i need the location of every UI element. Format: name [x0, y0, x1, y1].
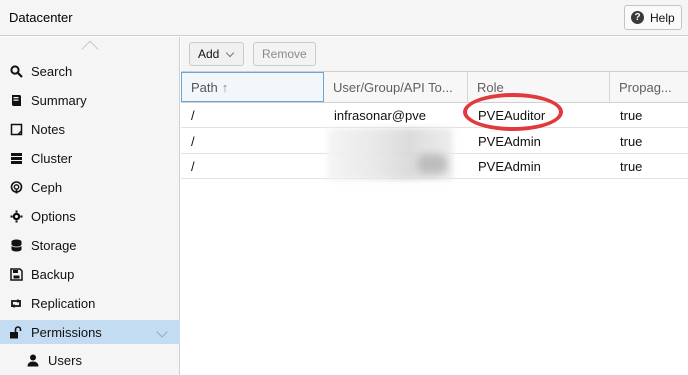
column-header-label: Role [477, 79, 504, 95]
sidebar-item-label: Search [31, 63, 73, 79]
cell-role: PVEAdmin [478, 159, 541, 174]
cell-propagate: true [620, 134, 643, 149]
sidebar-item-users[interactable]: Users [0, 348, 180, 372]
cell-user: infrasonar@pve [334, 108, 426, 123]
sidebar-item-label: Backup [31, 266, 75, 282]
sidebar-item-cluster[interactable]: Cluster [0, 146, 180, 170]
sidebar: Search Summary Notes Cluster Ceph Option… [0, 37, 180, 375]
sidebar-item-storage[interactable]: Storage [0, 233, 180, 257]
cell-propagate: true [620, 159, 643, 174]
help-label: Help [650, 10, 675, 25]
remove-label: Remove [262, 47, 307, 61]
sidebar-item-search[interactable]: Search [0, 59, 180, 83]
sort-ascending-icon: ↑ [221, 79, 229, 95]
help-button[interactable]: ? Help [624, 5, 682, 30]
search-icon [9, 64, 23, 78]
add-button[interactable]: Add [189, 42, 244, 66]
sidebar-item-label: Summary [31, 92, 87, 108]
column-header-propagate[interactable]: Propag... [610, 72, 688, 102]
sidebar-item-label: Storage [31, 237, 77, 253]
column-header-label: User/Group/API To... [333, 79, 453, 95]
highlight-annotation [463, 93, 563, 131]
question-icon: ? [631, 11, 644, 24]
column-header-label: Propag... [619, 79, 672, 95]
scroll-up-icon[interactable] [81, 40, 99, 58]
cell-path: / [191, 134, 195, 149]
column-header-path[interactable]: Path ↑ [181, 72, 324, 102]
server-icon [9, 151, 23, 165]
cell-path: / [191, 159, 195, 174]
unlock-icon [9, 325, 23, 339]
column-header-label: Path [191, 79, 218, 95]
table-row[interactable]: / infrasonar@pve PVEAuditor true [181, 103, 688, 128]
sidebar-item-ceph[interactable]: Ceph [0, 175, 180, 199]
gear-icon [9, 209, 23, 223]
grid-header: Path ↑ User/Group/API To... Role Propag.… [181, 72, 688, 103]
sidebar-item-label: Replication [31, 295, 96, 311]
sidebar-item-backup[interactable]: Backup [0, 262, 180, 286]
database-icon [9, 238, 23, 252]
retweet-icon [9, 296, 23, 310]
floppy-icon [9, 267, 23, 281]
ceph-icon [9, 180, 23, 194]
sidebar-item-permissions[interactable]: Permissions [0, 320, 180, 344]
cell-path: / [191, 108, 195, 123]
page-title: Datacenter [9, 10, 73, 25]
sidebar-item-label: Users [48, 352, 82, 368]
permissions-grid: Path ↑ User/Group/API To... Role Propag.… [181, 72, 688, 375]
toolbar: Add Remove [181, 37, 688, 72]
user-icon [26, 353, 40, 367]
cell-propagate: true [620, 108, 643, 123]
redacted-user-area [417, 154, 447, 174]
chevron-down-icon[interactable] [156, 326, 168, 338]
sidebar-item-summary[interactable]: Summary [0, 88, 180, 112]
notes-icon [9, 122, 23, 136]
sidebar-item-notes[interactable]: Notes [0, 117, 180, 141]
column-header-user[interactable]: User/Group/API To... [324, 72, 468, 102]
sidebar-item-label: Notes [31, 121, 65, 137]
cell-role: PVEAdmin [478, 134, 541, 149]
remove-button[interactable]: Remove [253, 42, 316, 66]
add-label: Add [198, 47, 220, 61]
sidebar-item-options[interactable]: Options [0, 204, 180, 228]
top-bar: Datacenter ? Help [0, 0, 688, 36]
sidebar-item-replication[interactable]: Replication [0, 291, 180, 315]
chevron-down-icon [226, 48, 235, 57]
sidebar-item-label: Options [31, 208, 76, 224]
sidebar-item-label: Ceph [31, 179, 63, 195]
sidebar-item-label: Cluster [31, 150, 73, 166]
sidebar-item-label: Permissions [31, 324, 102, 340]
book-icon [9, 93, 23, 107]
